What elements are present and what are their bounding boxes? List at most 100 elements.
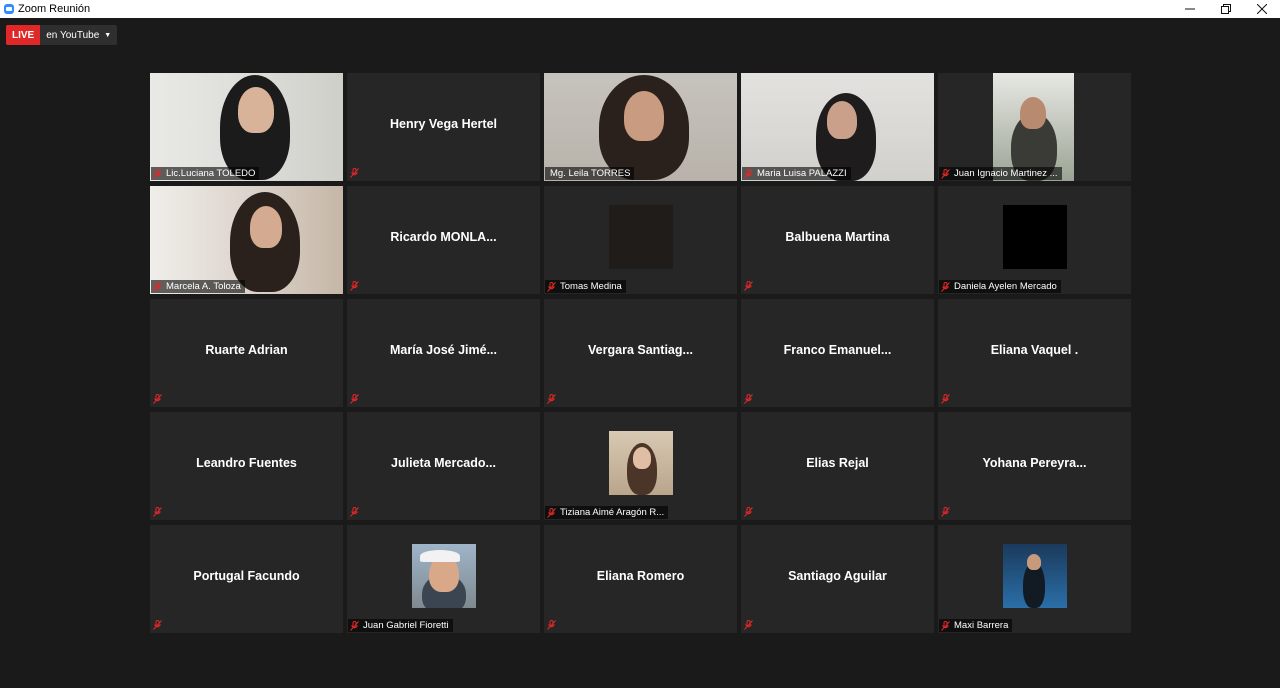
video-feed xyxy=(993,73,1074,181)
participant-display-name: Portugal Facundo xyxy=(193,569,300,583)
muted-mic-icon xyxy=(153,281,162,292)
participant-tile[interactable]: Ricardo MONLA... xyxy=(347,186,540,294)
participant-name: Tomas Medina xyxy=(560,281,622,292)
muted-mic-icon xyxy=(744,507,753,517)
participant-tile[interactable]: Yohana Pereyra... xyxy=(938,412,1131,520)
participant-tile[interactable]: Balbuena Martina xyxy=(741,186,934,294)
muted-mic-icon xyxy=(547,620,556,630)
live-destination-label: en YouTube xyxy=(46,29,100,41)
participant-tile[interactable]: Lic.Luciana TOLEDO xyxy=(150,73,343,181)
live-stream-indicator[interactable]: LIVE en YouTube ▼ xyxy=(6,25,118,45)
muted-mic-icon xyxy=(350,281,359,291)
participant-tile[interactable]: Ruarte Adrian xyxy=(150,299,343,407)
minimize-icon xyxy=(1185,8,1195,10)
participant-tile[interactable]: Juan Ignacio Martinez ... xyxy=(938,73,1131,181)
participant-name: Marcela A. Toloza xyxy=(166,281,241,292)
hat xyxy=(419,550,460,562)
person-face xyxy=(238,87,274,133)
window-title: Zoom Reunión xyxy=(18,3,91,15)
participant-name: Mg. Leila TORRES xyxy=(550,168,631,179)
profile-picture xyxy=(608,205,673,269)
muted-mic-icon xyxy=(941,168,950,179)
participant-tile[interactable]: Portugal Facundo xyxy=(150,525,343,633)
participant-name: Juan Ignacio Martinez ... xyxy=(954,168,1058,179)
muted-mic-icon xyxy=(350,394,359,404)
muted-mic-icon xyxy=(350,168,359,178)
participant-name-label: Lic.Luciana TOLEDO xyxy=(151,167,260,180)
muted-mic-icon xyxy=(941,507,950,517)
participant-name: Maria Luisa PALAZZI xyxy=(757,168,847,179)
live-destination-dropdown[interactable]: en YouTube ▼ xyxy=(40,25,118,45)
muted-mic-icon xyxy=(153,168,162,179)
close-button[interactable] xyxy=(1244,0,1280,18)
participant-name-label: Juan Ignacio Martinez ... xyxy=(939,167,1062,180)
participant-display-name: Ricardo MONLA... xyxy=(390,230,497,244)
participant-tile[interactable]: Elias Rejal xyxy=(741,412,934,520)
minimize-button[interactable] xyxy=(1172,0,1208,18)
participant-name-label: Daniela Ayelen Mercado xyxy=(939,280,1061,293)
muted-mic-icon xyxy=(941,394,950,404)
participant-display-name: Yohana Pereyra... xyxy=(982,456,1087,470)
participant-name-label: Maria Luisa PALAZZI xyxy=(742,167,851,180)
participant-name: Lic.Luciana TOLEDO xyxy=(166,168,256,179)
profile-picture xyxy=(1002,205,1067,269)
muted-mic-icon xyxy=(744,620,753,630)
muted-mic-icon xyxy=(744,168,753,179)
participant-name: Maxi Barrera xyxy=(954,620,1009,631)
caret-down-icon: ▼ xyxy=(104,31,112,39)
participant-name: Juan Gabriel Fioretti xyxy=(363,620,449,631)
muted-mic-icon xyxy=(941,620,950,631)
participant-name: Tiziana Aimé Aragón R... xyxy=(560,507,665,518)
person-face xyxy=(624,91,664,141)
muted-mic-icon xyxy=(744,394,753,404)
participant-display-name: Franco Emanuel... xyxy=(783,343,892,357)
muted-mic-icon xyxy=(744,281,753,291)
restore-icon xyxy=(1221,4,1231,14)
participant-tile[interactable]: Maria Luisa PALAZZI xyxy=(741,73,934,181)
participant-name-label: Tomas Medina xyxy=(545,280,626,293)
muted-mic-icon xyxy=(153,507,162,517)
participant-display-name: Vergara Santiag... xyxy=(588,343,693,357)
video-feed xyxy=(150,186,343,294)
participant-display-name: Santiago Aguilar xyxy=(788,569,887,583)
participant-display-name: Ruarte Adrian xyxy=(205,343,288,357)
participant-name-label: Maxi Barrera xyxy=(939,619,1013,632)
participant-tile[interactable]: Eliana Vaquel . xyxy=(938,299,1131,407)
participant-tile[interactable]: Julieta Mercado... xyxy=(347,412,540,520)
gallery-grid: Lic.Luciana TOLEDO Henry Vega Hertel Mg.… xyxy=(150,73,1131,633)
participant-tile[interactable]: Juan Gabriel Fioretti xyxy=(347,525,540,633)
participant-display-name: Elias Rejal xyxy=(806,456,869,470)
participant-tile[interactable]: Maxi Barrera xyxy=(938,525,1131,633)
profile-picture xyxy=(1002,544,1067,608)
active-speaker-tile[interactable]: Mg. Leila TORRES xyxy=(544,73,737,181)
participant-name-label: Tiziana Aimé Aragón R... xyxy=(545,506,669,519)
participant-tile[interactable]: Leandro Fuentes xyxy=(150,412,343,520)
muted-mic-icon xyxy=(941,281,950,292)
participant-tile[interactable]: Henry Vega Hertel xyxy=(347,73,540,181)
muted-mic-icon xyxy=(350,507,359,517)
video-feed xyxy=(150,73,343,181)
participant-name-label: Marcela A. Toloza xyxy=(151,280,245,293)
video-feed xyxy=(741,73,934,181)
participant-name: Daniela Ayelen Mercado xyxy=(954,281,1057,292)
participant-tile[interactable]: Tiziana Aimé Aragón R... xyxy=(544,412,737,520)
participant-display-name: Henry Vega Hertel xyxy=(390,117,497,131)
muted-mic-icon xyxy=(547,507,556,518)
participant-tile[interactable]: Tomas Medina xyxy=(544,186,737,294)
profile-picture xyxy=(411,544,476,608)
participant-display-name: Eliana Romero xyxy=(596,569,685,583)
participant-tile[interactable]: Eliana Romero xyxy=(544,525,737,633)
restore-button[interactable] xyxy=(1208,0,1244,18)
video-feed xyxy=(544,73,737,181)
participant-tile[interactable]: Marcela A. Toloza xyxy=(150,186,343,294)
muted-mic-icon xyxy=(153,620,162,630)
participant-tile[interactable]: Franco Emanuel... xyxy=(741,299,934,407)
participant-display-name: Julieta Mercado... xyxy=(391,456,496,470)
title-bar: Zoom Reunión xyxy=(0,0,1280,18)
participant-tile[interactable]: Daniela Ayelen Mercado xyxy=(938,186,1131,294)
person-face xyxy=(1026,554,1041,570)
participant-display-name: Balbuena Martina xyxy=(785,230,890,244)
participant-tile[interactable]: Vergara Santiag... xyxy=(544,299,737,407)
participant-tile[interactable]: María José Jimé... xyxy=(347,299,540,407)
participant-tile[interactable]: Santiago Aguilar xyxy=(741,525,934,633)
